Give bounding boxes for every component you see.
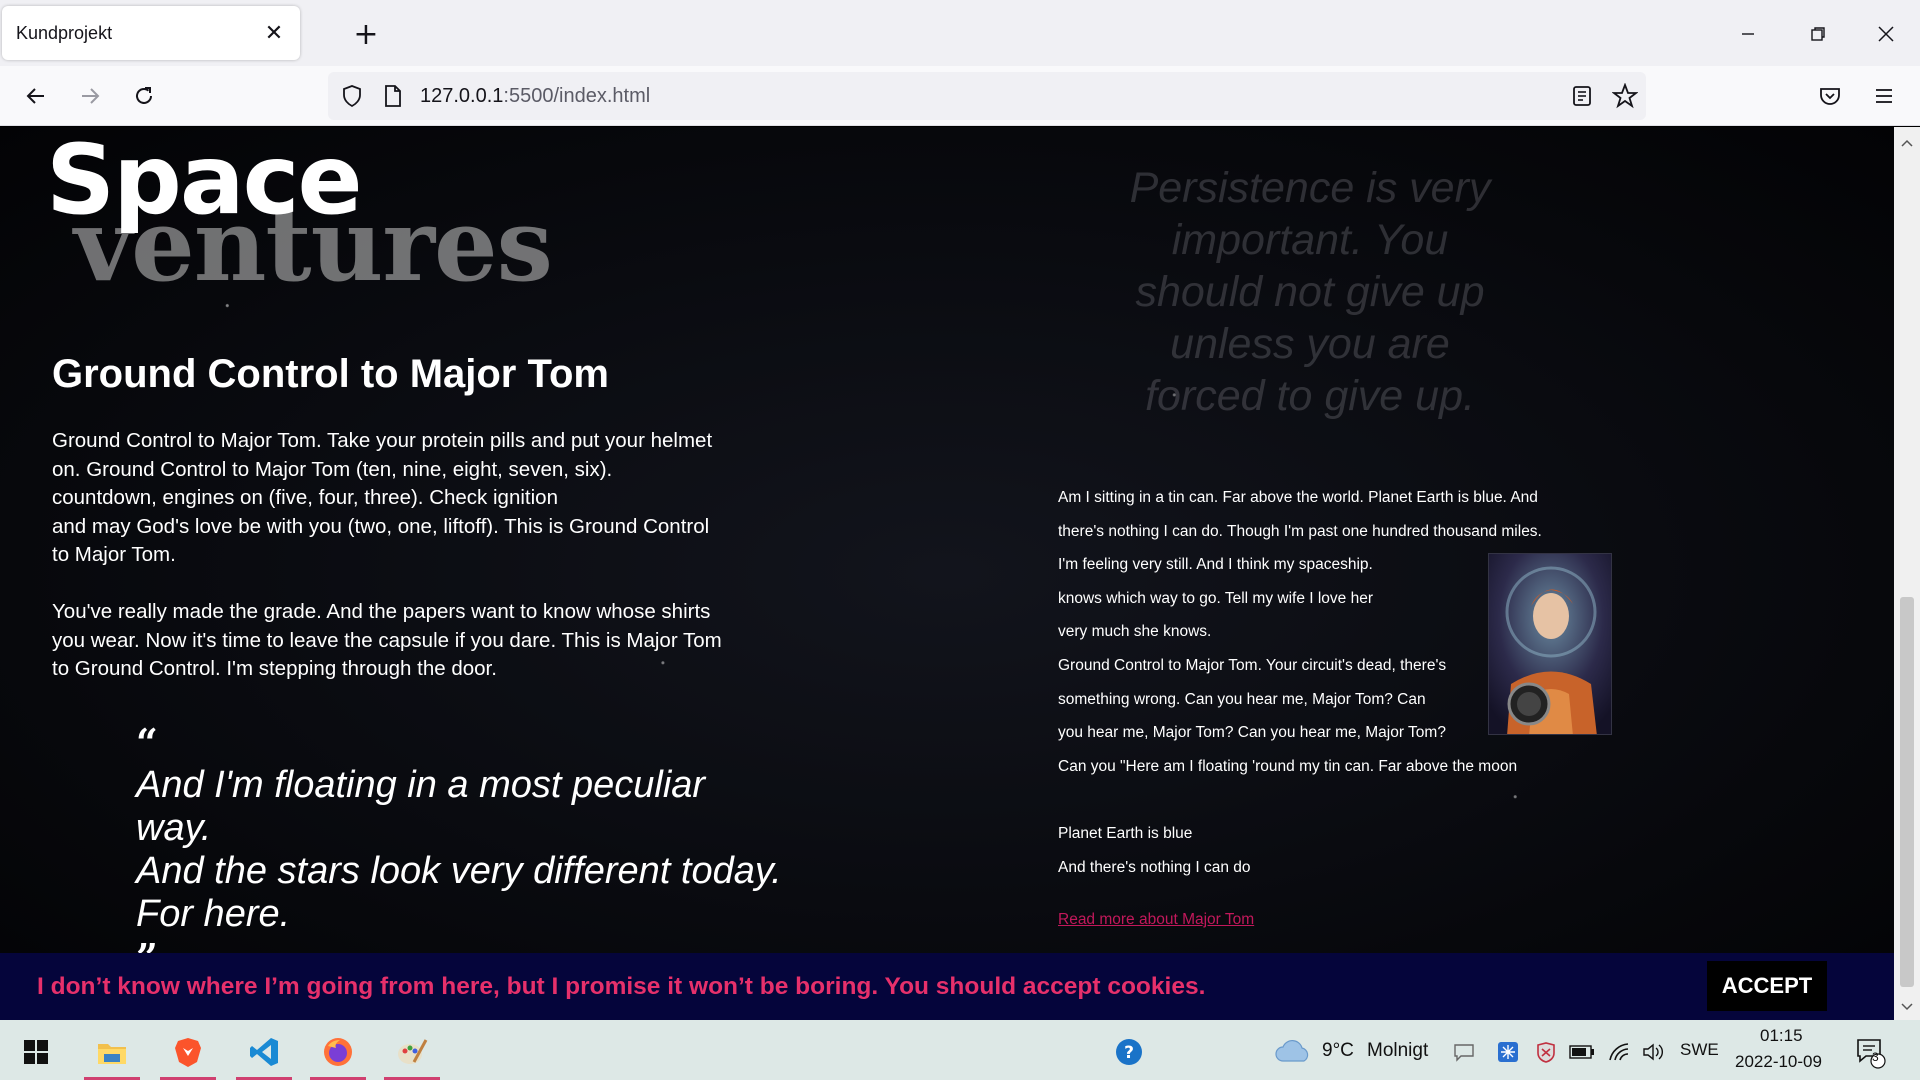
notification-count: 3 [1872,1050,1879,1064]
navigation-bar: 127.0.0.1:5500/index.html [0,66,1920,126]
second-paragraph: You've really made the grade. And the pa… [52,600,722,680]
firefox-icon[interactable] [308,1024,368,1080]
file-explorer-icon[interactable] [82,1024,142,1080]
brave-browser-icon[interactable] [158,1024,218,1080]
tab-bar: Kundprojekt ✕ + [0,0,1920,66]
minimize-icon[interactable] [1726,12,1770,56]
logo-space: Space [46,127,363,236]
windows-start-icon[interactable] [6,1024,66,1080]
vscode-icon[interactable] [234,1024,294,1080]
intro-paragraph: Ground Control to Major Tom. Take your p… [52,429,713,566]
volume-icon[interactable] [1636,1024,1672,1080]
pocket-icon[interactable] [1808,74,1852,118]
scroll-up-icon[interactable] [1894,131,1920,155]
accept-cookies-button[interactable]: ACCEPT [1707,961,1827,1011]
open-quote-mark: “ [136,720,158,765]
paint-app-icon[interactable] [382,1024,442,1080]
cookie-banner: I don’t know where I’m going from here, … [0,953,1894,1020]
reader-view-icon[interactable] [1570,84,1594,112]
scroll-thumb[interactable] [1900,597,1914,987]
page-icon[interactable] [382,84,404,112]
page-scrollbar[interactable] [1894,127,1920,1020]
weather-description[interactable]: Molnigt [1367,1040,1428,1062]
tab-title: Kundprojekt [16,22,113,43]
snowflake-app-icon[interactable] [1490,1024,1526,1080]
url-text[interactable]: 127.0.0.1:5500/index.html [420,85,650,108]
new-tab-button[interactable]: + [350,17,382,52]
clock-time[interactable]: 01:15 [1760,1026,1803,1046]
menu-icon[interactable] [1862,74,1906,118]
forward-icon[interactable] [68,74,112,118]
notification-center-icon[interactable]: 3 [1846,1024,1896,1080]
tab-kundprojekt[interactable]: Kundprojekt ✕ [2,6,300,60]
weather-cloud-icon[interactable] [1262,1024,1324,1080]
chat-icon[interactable] [1446,1024,1482,1080]
clock-date[interactable]: 2022-10-09 [1735,1052,1822,1072]
faded-quote: Persistence is very important. You shoul… [1129,164,1491,420]
shield-tray-icon[interactable] [1528,1024,1564,1080]
close-tab-icon[interactable]: ✕ [260,19,288,47]
page-title: Ground Control to Major Tom [52,352,609,396]
url-bar[interactable]: 127.0.0.1:5500/index.html [328,72,1646,120]
scroll-down-icon[interactable] [1894,995,1920,1019]
restore-icon[interactable] [1796,12,1840,56]
cookie-message: I don’t know where I’m going from here, … [37,973,1206,1000]
shield-icon[interactable] [340,84,364,112]
reload-icon[interactable] [122,74,166,118]
wifi-icon[interactable] [1602,1024,1638,1080]
page-viewport: ventures Space Ground Control to Major T… [0,127,1894,1020]
back-icon[interactable] [14,74,58,118]
svg-text:?: ? [1124,1043,1134,1063]
battery-icon[interactable] [1564,1024,1600,1080]
input-language[interactable]: SWE [1680,1040,1719,1060]
pull-quote: “ And I'm floating in a most peculiar wa… [136,721,836,979]
weather-temperature[interactable]: 9°C [1322,1040,1354,1062]
bookmark-star-icon[interactable] [1611,82,1639,113]
read-more-link[interactable]: Read more about Major Tom [1058,911,1254,929]
close-window-icon[interactable] [1864,12,1908,56]
help-icon[interactable]: ? [1099,1024,1159,1080]
windows-taskbar: ? 9°C Molnigt SWE 01:15 2022-10-09 3 [0,1020,1920,1080]
astronaut-portrait-image [1488,553,1612,735]
